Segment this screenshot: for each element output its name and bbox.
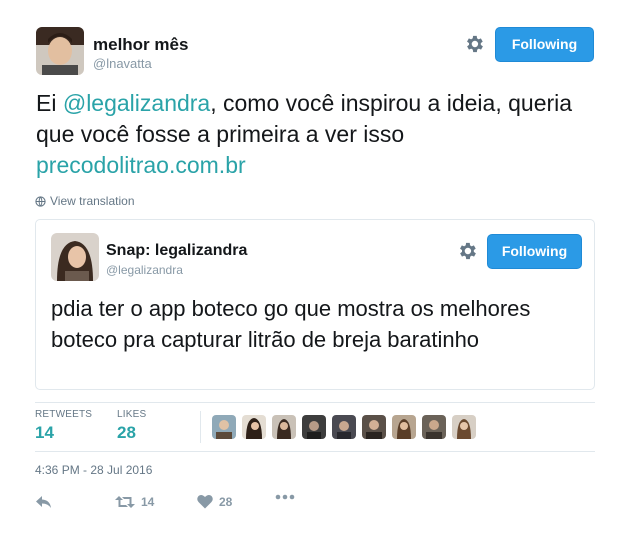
tweet-actions: 14 28 <box>35 494 335 514</box>
likes-stat[interactable]: LIKES 28 <box>117 409 146 443</box>
gear-icon[interactable] <box>456 240 478 262</box>
quoted-tweet-text: pdia ter o app boteco go que mostra os m… <box>51 296 531 352</box>
liker-avatar[interactable] <box>302 415 326 439</box>
view-translation-label[interactable]: View translation <box>50 194 135 208</box>
like-button[interactable]: 28 <box>197 494 232 509</box>
likers-avatars <box>212 415 476 439</box>
liker-avatar[interactable] <box>332 415 356 439</box>
tweet-url-link[interactable]: precodolitrao.com.br <box>36 150 596 181</box>
liker-avatar[interactable] <box>392 415 416 439</box>
quoted-tweet-card[interactable]: Snap: legalizandra @legalizandra Followi… <box>35 219 595 390</box>
tweet-text-prefix: Ei <box>36 90 63 116</box>
liker-avatar[interactable] <box>242 415 266 439</box>
quoted-following-button[interactable]: Following <box>487 234 582 269</box>
mention-link[interactable]: @legalizandra <box>63 90 210 116</box>
author-name[interactable]: melhor mês <box>93 35 188 55</box>
more-button[interactable] <box>275 494 295 500</box>
quoted-author-name[interactable]: Snap: legalizandra <box>106 242 247 260</box>
author-handle[interactable]: @lnavatta <box>93 56 152 71</box>
reply-icon <box>36 496 51 508</box>
stats-divider <box>200 411 201 443</box>
retweet-count: 14 <box>141 495 155 509</box>
liker-avatar[interactable] <box>422 415 446 439</box>
gear-icon[interactable] <box>463 33 485 55</box>
view-translation-link[interactable]: View translation <box>35 194 135 208</box>
retweet-button[interactable]: 14 <box>115 494 154 510</box>
retweets-stat[interactable]: RETWEETS 14 <box>35 409 92 443</box>
likes-label: LIKES <box>117 409 147 420</box>
like-count: 28 <box>219 494 233 509</box>
more-icon <box>275 494 295 500</box>
quoted-author-handle[interactable]: @legalizandra <box>106 263 183 277</box>
liker-avatar[interactable] <box>452 415 476 439</box>
quoted-author-avatar[interactable] <box>51 233 99 281</box>
following-button[interactable]: Following <box>495 27 594 62</box>
author-avatar[interactable] <box>36 27 84 75</box>
retweets-count[interactable]: 14 <box>35 423 92 443</box>
reply-button[interactable] <box>35 494 53 510</box>
heart-icon <box>197 494 213 509</box>
retweet-icon <box>115 496 135 508</box>
tweet-timestamp[interactable]: 4:36 PM - 28 Jul 2016 <box>35 463 152 477</box>
liker-avatar[interactable] <box>272 415 296 439</box>
globe-icon <box>35 195 46 207</box>
tweet-text: Ei @legalizandra, como você inspirou a i… <box>36 88 596 181</box>
tweet-stats: RETWEETS 14 LIKES 28 <box>35 402 595 452</box>
likes-count[interactable]: 28 <box>117 423 146 443</box>
liker-avatar[interactable] <box>212 415 236 439</box>
retweets-label: RETWEETS <box>35 409 93 420</box>
liker-avatar[interactable] <box>362 415 386 439</box>
